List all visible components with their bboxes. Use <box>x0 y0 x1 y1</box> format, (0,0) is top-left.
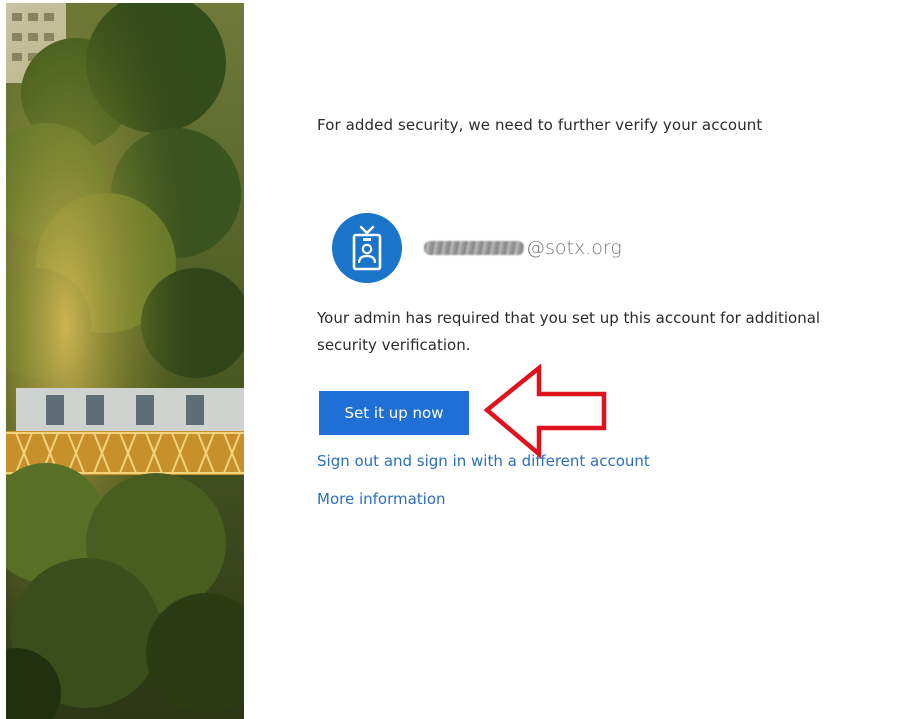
account-email: @sotx.org <box>424 237 622 259</box>
verify-account-page: For added security, we need to further v… <box>0 0 902 719</box>
account-identity: @sotx.org <box>332 212 622 284</box>
id-badge-icon <box>332 213 402 283</box>
background-photo <box>6 3 244 719</box>
set-it-up-now-button[interactable]: Set it up now <box>319 391 469 435</box>
email-domain: @sotx.org <box>526 237 622 259</box>
red-arrow-icon <box>483 363 609 462</box>
verification-panel: For added security, we need to further v… <box>317 0 877 719</box>
verification-description: Your admin has required that you set up … <box>317 309 821 354</box>
redacted-username <box>424 241 524 255</box>
more-information-link[interactable]: More information <box>317 490 446 508</box>
page-title: For added security, we need to further v… <box>317 116 763 134</box>
